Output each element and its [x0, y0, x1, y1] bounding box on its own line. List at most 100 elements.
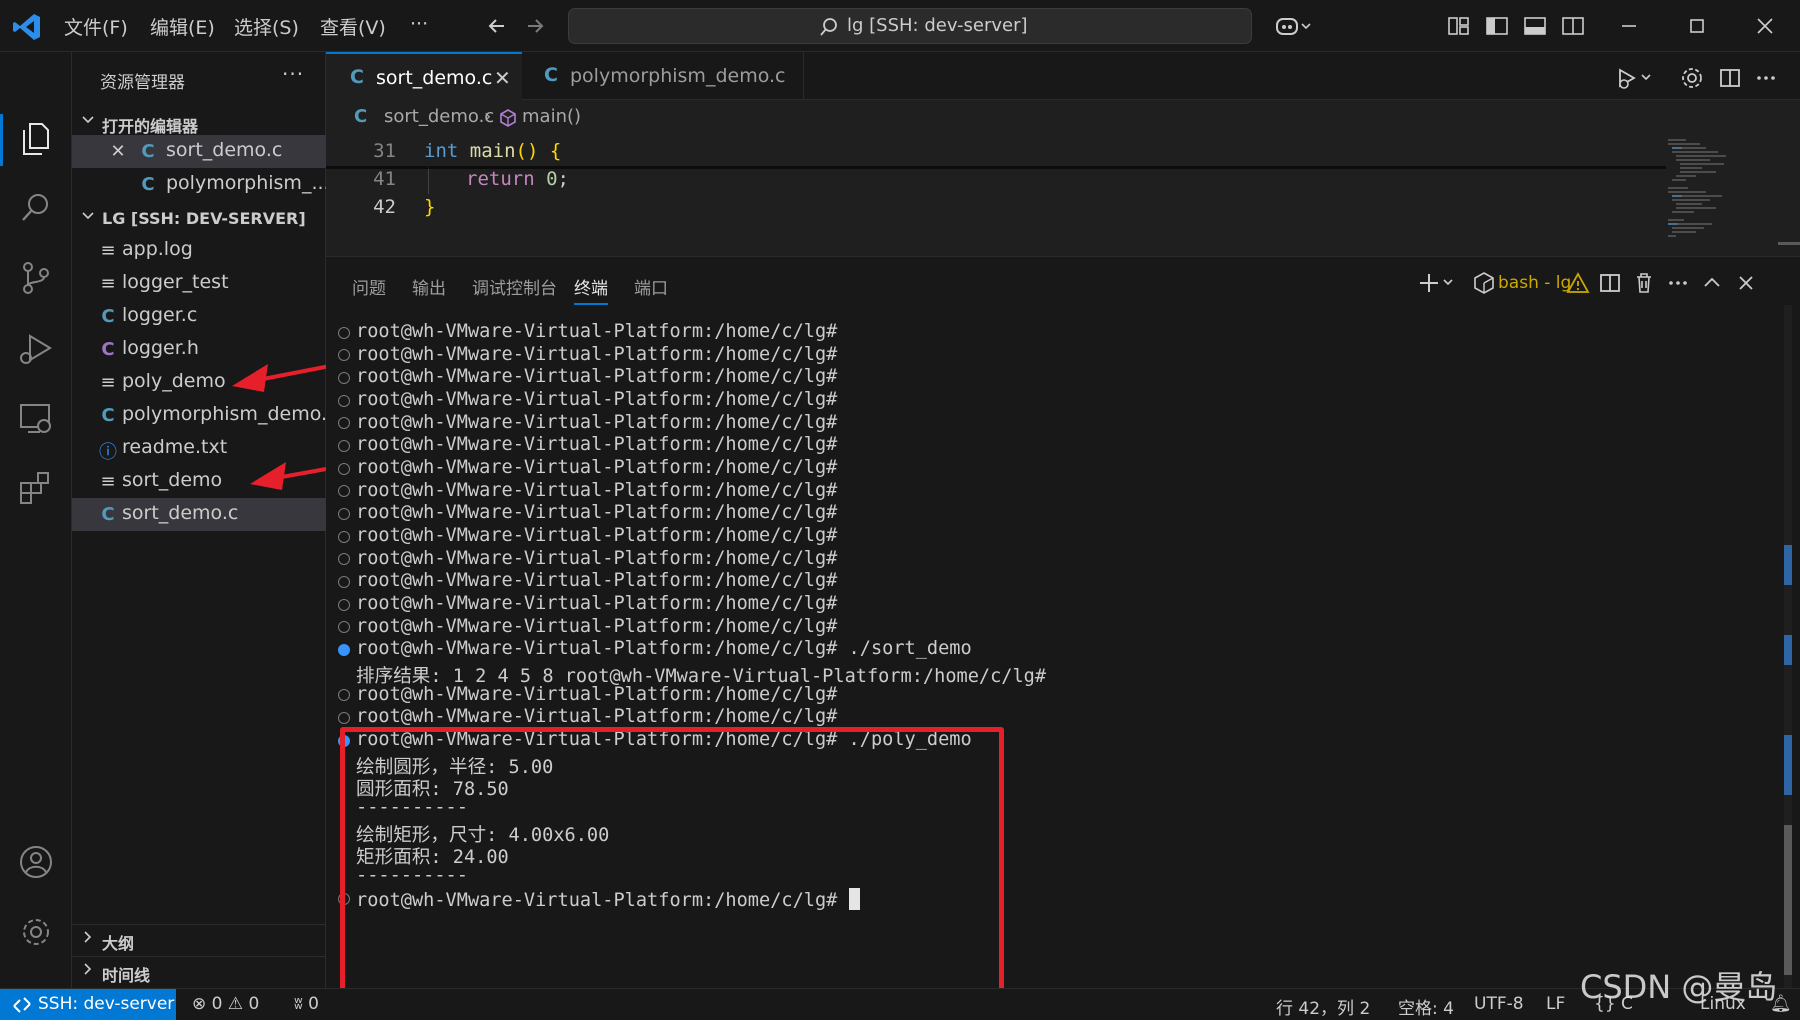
command-decoration[interactable] [338, 463, 350, 475]
split-terminal-icon[interactable] [1598, 271, 1622, 295]
file-item[interactable]: C polymorphism_demo.c [72, 399, 326, 432]
encoding[interactable]: UTF-8 [1474, 994, 1524, 1014]
close-icon[interactable]: ✕ [108, 141, 128, 163]
line-number: 42 [373, 196, 396, 218]
terminal-name[interactable]: bash - lg [1498, 273, 1571, 293]
settings-gear-icon[interactable] [16, 912, 56, 952]
tab-sort-demo[interactable]: C sort_demo.c ✕ [326, 52, 522, 100]
terminal-line: root@wh-VMware-Virtual-Platform:/home/c/… [356, 684, 838, 705]
source-control-icon[interactable] [16, 258, 56, 298]
tab-debug-console[interactable]: 调试控制台 [472, 274, 557, 299]
run-debug-icon[interactable] [16, 328, 56, 368]
split-editor-icon[interactable] [1718, 66, 1742, 90]
command-decoration[interactable] [338, 689, 350, 701]
tab-terminal[interactable]: 终端 [574, 274, 608, 305]
indentation[interactable]: 空格: 4 [1398, 994, 1454, 1019]
file-label: readme.txt [122, 436, 228, 458]
run-icon[interactable] [1616, 66, 1656, 90]
extensions-icon[interactable] [16, 468, 56, 508]
remote-indicator[interactable]: SSH: dev-server [0, 989, 176, 1020]
problems-indicator[interactable]: ⊗ 0 ⚠ 0 [192, 994, 259, 1014]
command-decoration[interactable] [338, 644, 350, 656]
minimize-icon[interactable] [1616, 14, 1642, 38]
file-item[interactable]: ≡ logger_test [72, 267, 326, 300]
cursor-position[interactable]: 行 42，列 2 [1276, 994, 1370, 1019]
sidebar-more-button[interactable]: ··· [282, 62, 304, 86]
command-center-search[interactable]: lg [SSH: dev-server] [568, 8, 1252, 44]
command-decoration[interactable] [338, 327, 350, 339]
remote-explorer-icon[interactable] [16, 398, 56, 438]
close-icon[interactable]: ✕ [494, 66, 511, 90]
tab-problems[interactable]: 问题 [352, 274, 386, 299]
copilot-icon[interactable] [1274, 14, 1314, 38]
file-label: poly_demo [122, 370, 226, 392]
customize-layout-icon[interactable] [1446, 14, 1472, 38]
close-panel-icon[interactable] [1734, 271, 1758, 295]
active-indicator [0, 114, 3, 166]
menu-view[interactable]: 查看(V) [320, 13, 386, 40]
open-editor-item[interactable]: ✕ C sort_demo.c [72, 135, 326, 168]
vscode-logo-icon[interactable] [12, 12, 42, 42]
command-decoration[interactable] [338, 508, 350, 520]
command-center-label: lg [SSH: dev-server] [847, 15, 1028, 36]
tab-polymorphism-demo[interactable]: C polymorphism_demo.c [522, 52, 804, 100]
more-actions-icon[interactable] [1666, 271, 1690, 295]
tab-output[interactable]: 输出 [412, 274, 446, 299]
command-decoration[interactable] [338, 599, 350, 611]
command-decoration[interactable] [338, 553, 350, 565]
timeline-header[interactable]: 时间线 [72, 956, 326, 986]
menu-edit[interactable]: 编辑(E) [150, 13, 215, 40]
tab-ports[interactable]: 端口 [634, 274, 668, 299]
ports-indicator[interactable]: ʬ 0 [294, 994, 319, 1014]
minimap[interactable] [1666, 136, 1774, 256]
terminal-line: root@wh-VMware-Virtual-Platform:/home/c/… [356, 344, 838, 365]
terminal-scrollbar[interactable] [1778, 305, 1798, 989]
breadcrumb-symbol[interactable]: main() [522, 106, 581, 127]
command-decoration[interactable] [338, 531, 350, 543]
command-decoration[interactable] [338, 440, 350, 452]
menu-more[interactable]: ··· [410, 13, 428, 35]
command-decoration[interactable] [338, 395, 350, 407]
search-icon[interactable] [16, 188, 56, 228]
file-item[interactable]: ≡ app.log [72, 234, 326, 267]
c-file-icon: C [354, 106, 368, 127]
command-decoration[interactable] [338, 576, 350, 588]
more-actions-icon[interactable] [1754, 66, 1778, 90]
watermark: CSDN @曼岛 [1580, 968, 1778, 1006]
command-decoration[interactable] [338, 372, 350, 384]
menu-selection[interactable]: 选择(S) [234, 13, 299, 40]
outline-header[interactable]: 大纲 [72, 924, 326, 954]
text-file-icon: ≡ [100, 471, 116, 492]
warning-icon [1566, 272, 1590, 293]
command-decoration[interactable] [338, 485, 350, 497]
back-arrow-icon[interactable] [484, 14, 510, 38]
command-decoration[interactable] [338, 712, 350, 724]
maximize-panel-icon[interactable] [1700, 271, 1724, 295]
trash-icon[interactable] [1632, 271, 1656, 295]
code-editor[interactable]: 31 int main() { 41 return 0; 42 } [326, 136, 1666, 256]
menu-file[interactable]: 文件(F) [64, 13, 128, 40]
command-decoration[interactable] [338, 349, 350, 361]
editor-scrollbar[interactable] [1778, 242, 1800, 245]
folder-header[interactable]: LG [SSH: DEV-SERVER] [72, 204, 326, 234]
account-icon[interactable] [16, 842, 56, 882]
forward-arrow-icon[interactable] [522, 14, 548, 38]
file-item[interactable]: C sort_demo.c [72, 498, 326, 531]
new-terminal-icon[interactable] [1418, 271, 1458, 295]
timeline-label: 时间线 [102, 966, 151, 985]
open-editors-header[interactable]: 打开的编辑器 [72, 108, 326, 138]
close-window-icon[interactable] [1752, 14, 1778, 38]
command-decoration[interactable] [338, 417, 350, 429]
file-item[interactable]: C logger.c [72, 300, 326, 333]
breadcrumb-file[interactable]: sort_demo.c [384, 106, 494, 127]
end-of-line[interactable]: LF [1546, 994, 1565, 1014]
toggle-sidebar-icon[interactable] [1484, 14, 1510, 38]
explorer-icon[interactable] [16, 118, 56, 158]
maximize-icon[interactable] [1684, 14, 1710, 38]
toggle-panel-icon[interactable] [1522, 14, 1548, 38]
toggle-secondary-sidebar-icon[interactable] [1560, 14, 1586, 38]
command-decoration[interactable] [338, 621, 350, 633]
terminal[interactable]: root@wh-VMware-Virtual-Platform:/home/c/… [326, 305, 1792, 1003]
open-editor-item[interactable]: C polymorphism_... [72, 168, 326, 201]
settings-gear-icon[interactable] [1680, 66, 1704, 90]
